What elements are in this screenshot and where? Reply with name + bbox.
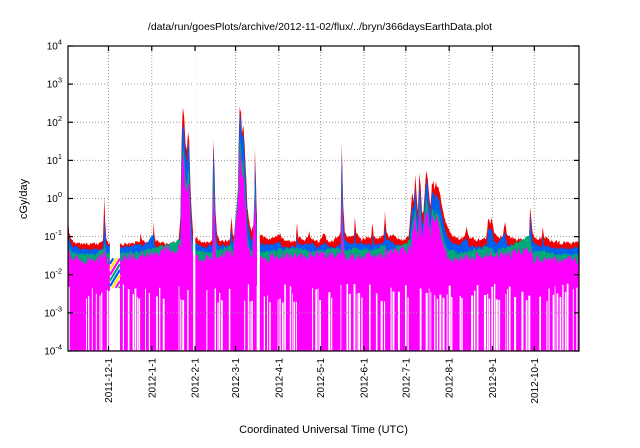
svg-text:10-2: 10-2 xyxy=(44,266,62,281)
svg-text:101: 101 xyxy=(47,152,62,167)
svg-text:2012-10-1: 2012-10-1 xyxy=(530,358,541,404)
svg-text:2012-7-1: 2012-7-1 xyxy=(401,358,412,398)
svg-text:2012-1-1: 2012-1-1 xyxy=(147,358,158,398)
svg-text:2012-8-1: 2012-8-1 xyxy=(445,358,456,398)
svg-text:2012-3-1: 2012-3-1 xyxy=(231,358,242,398)
svg-text:2012-5-1: 2012-5-1 xyxy=(316,358,327,398)
svg-text:104: 104 xyxy=(47,38,62,53)
plot-window: /data/run/goesPlots/archive/2012-11-02/f… xyxy=(0,0,640,448)
x-tick-labels: 2011-12-1 2012-1-1 2012-2-1 2012-3-1 2012-4-… xyxy=(104,358,541,404)
svg-text:102: 102 xyxy=(47,114,62,129)
svg-text:2012-6-1: 2012-6-1 xyxy=(359,358,370,398)
svg-text:10-3: 10-3 xyxy=(44,304,62,319)
svg-text:103: 103 xyxy=(47,76,62,91)
x-axis-label: Coordinated Universal Time (UTC) xyxy=(239,424,408,436)
plot-area: 104 103 102 101 100 10-1 10-2 10-3 10-4 2011-12-1… xyxy=(44,38,580,404)
svg-text:10-4: 10-4 xyxy=(44,343,62,358)
svg-text:2012-4-1: 2012-4-1 xyxy=(274,358,285,398)
svg-text:10-1: 10-1 xyxy=(44,228,62,243)
svg-text:100: 100 xyxy=(47,190,62,205)
svg-text:2011-12-1: 2011-12-1 xyxy=(104,358,115,403)
svg-text:2012-9-1: 2012-9-1 xyxy=(488,358,499,398)
y-tick-labels: 104 103 102 101 100 10-1 10-2 10-3 10-4 xyxy=(44,38,62,358)
svg-text:2012-2-1: 2012-2-1 xyxy=(191,358,202,398)
